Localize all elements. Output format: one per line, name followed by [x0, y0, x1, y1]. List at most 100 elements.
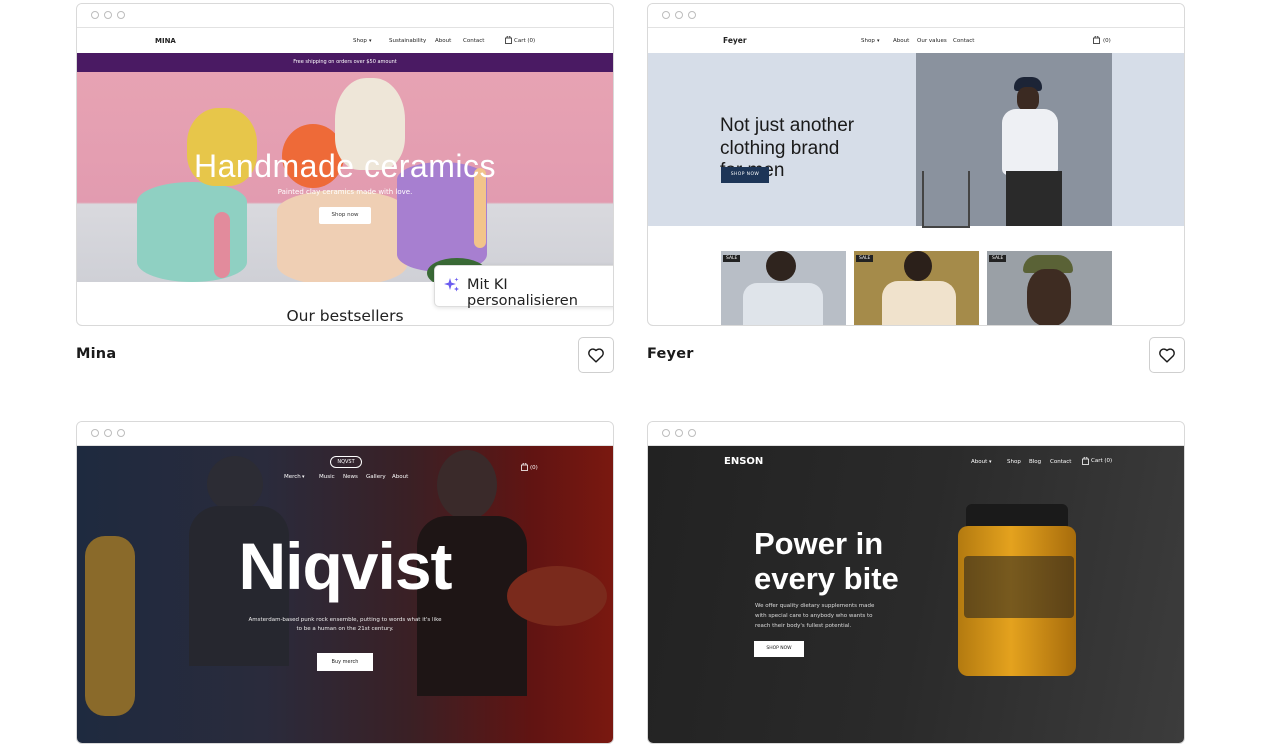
nav-about: About: [893, 38, 910, 44]
jar-label-shape: [964, 556, 1074, 618]
sale-badge: SALE: [989, 255, 1007, 262]
site-nav: Feyer Shop ▾ About Our values Contact (0…: [648, 28, 1184, 54]
ai-personalize-button[interactable]: Mit KI personalisieren: [434, 265, 613, 309]
hero-title-line: Power in: [754, 526, 884, 561]
template-name: Feyer: [647, 346, 694, 362]
bag-icon: [1093, 35, 1100, 46]
window-dot-icon: [117, 429, 125, 437]
product-card: SALE: [721, 251, 846, 325]
hero-title: Niqvist: [238, 529, 452, 603]
caret-down-icon: ▾: [877, 38, 880, 44]
site-logo: ENSON: [724, 456, 764, 467]
hero-photo: [916, 53, 1112, 228]
template-preview[interactable]: MINA Shop ▾ Sustainability About Contact…: [76, 3, 614, 326]
bag-icon: [521, 462, 528, 473]
caret-down-icon: ▾: [369, 38, 372, 44]
hero-title-line: Not just another: [720, 115, 855, 136]
hero-merch-button: Buy merch: [317, 653, 373, 671]
template-preview[interactable]: Feyer Shop ▾ About Our values Contact (0…: [647, 3, 1185, 326]
template-preview[interactable]: Merch ▾ Music News Gallery About (0) NQV…: [76, 421, 614, 744]
product-card: SALE: [854, 251, 979, 325]
section-heading: Our bestsellers: [286, 307, 404, 325]
sale-badge: SALE: [856, 255, 874, 262]
heart-icon: [588, 348, 604, 363]
hero-title-line: clothing brand: [720, 137, 840, 159]
site-logo: MINA: [155, 37, 176, 45]
head-shape: [1017, 87, 1039, 111]
hero-section: Not just another clothing brand for men: [648, 53, 1184, 228]
window-dot-icon: [675, 11, 683, 19]
nav-shop: Shop: [353, 38, 367, 44]
ceramic-shape: [137, 182, 247, 282]
site-screen: Merch ▾ Music News Gallery About (0) NQV…: [77, 446, 613, 743]
browser-chrome: [77, 4, 613, 28]
hero-shop-button: SHOP NOW: [721, 167, 769, 183]
browser-chrome: [648, 422, 1184, 446]
favorite-button[interactable]: [1149, 337, 1185, 373]
window-dot-icon: [675, 429, 683, 437]
window-dot-icon: [688, 429, 696, 437]
site-nav: MINA Shop ▾ Sustainability About Contact…: [77, 28, 613, 54]
favorite-button[interactable]: [578, 337, 614, 373]
ai-personalize-label: Mit KI personalisieren: [467, 277, 578, 309]
jar-lid-shape: [966, 504, 1068, 528]
hero-image: [648, 446, 1184, 743]
trousers-shape: [1006, 171, 1062, 226]
window-dot-icon: [662, 429, 670, 437]
head-shape: [766, 251, 796, 281]
product-card: SALE: [987, 251, 1112, 325]
head-shape: [904, 251, 932, 281]
window-dot-icon: [662, 11, 670, 19]
jacket-shape: [882, 281, 956, 325]
window-dot-icon: [104, 429, 112, 437]
site-nav: ENSON About ▾ Shop Blog Contact Cart (0): [648, 446, 1184, 472]
nav-contact: Contact: [953, 38, 975, 44]
nav-shop: Shop: [1007, 459, 1021, 465]
nav-about: About: [392, 474, 409, 480]
sparkle-icon: [444, 277, 460, 297]
browser-chrome: [648, 4, 1184, 28]
window-dot-icon: [688, 11, 696, 19]
nav-contact: Contact: [1050, 459, 1072, 465]
caret-down-icon: ▾: [989, 459, 992, 465]
sweater-shape: [1002, 109, 1058, 175]
template-preview[interactable]: ENSON About ▾ Shop Blog Contact Cart (0)…: [647, 421, 1185, 744]
nav-our-values: Our values: [917, 38, 947, 44]
window-dot-icon: [91, 11, 99, 19]
nav-news: News: [343, 474, 358, 480]
nav-cart: Cart (0): [514, 38, 536, 44]
window-dot-icon: [91, 429, 99, 437]
hero-title: Handmade ceramics: [194, 148, 496, 184]
nav-music: Music: [319, 474, 335, 480]
sweater-shape: [743, 283, 823, 325]
caret-down-icon: ▾: [302, 474, 305, 480]
nav-merch: Merch: [284, 474, 301, 480]
nav-cart: Cart (0): [1091, 458, 1113, 464]
nav-blog: Blog: [1029, 459, 1042, 465]
window-dot-icon: [104, 11, 112, 19]
nav-shop: Shop: [861, 38, 875, 44]
ceramic-shape: [277, 190, 407, 282]
chair-shape: [922, 171, 970, 228]
nav-contact: Contact: [463, 38, 485, 44]
nav-about: About: [435, 38, 452, 44]
window-dot-icon: [117, 11, 125, 19]
hero-image: Handmade ceramics Painted clay ceramics …: [77, 72, 613, 282]
browser-chrome: [77, 422, 613, 446]
hero-subtitle: Amsterdam-based punk rock ensemble, putt…: [248, 617, 442, 632]
sale-badge: SALE: [723, 255, 741, 262]
nav-cart: (0): [530, 465, 538, 471]
hero-shop-button: Shop now: [319, 207, 371, 224]
site-logo: NQVST: [330, 456, 362, 468]
site-screen: Feyer Shop ▾ About Our values Contact (0…: [648, 28, 1184, 325]
nav-sustainability: Sustainability: [389, 38, 427, 44]
nav-about: About: [971, 459, 988, 465]
heart-icon: [1159, 348, 1175, 363]
hero-shop-button: SHOP NOW: [754, 641, 804, 657]
face-shape: [1027, 269, 1071, 325]
ceramic-shape: [214, 212, 230, 278]
promo-banner: Free shipping on orders over $50 amount: [77, 53, 613, 72]
nav-cart: (0): [1103, 38, 1111, 44]
site-screen: ENSON About ▾ Shop Blog Contact Cart (0)…: [648, 446, 1184, 743]
site-logo: Feyer: [723, 36, 747, 45]
